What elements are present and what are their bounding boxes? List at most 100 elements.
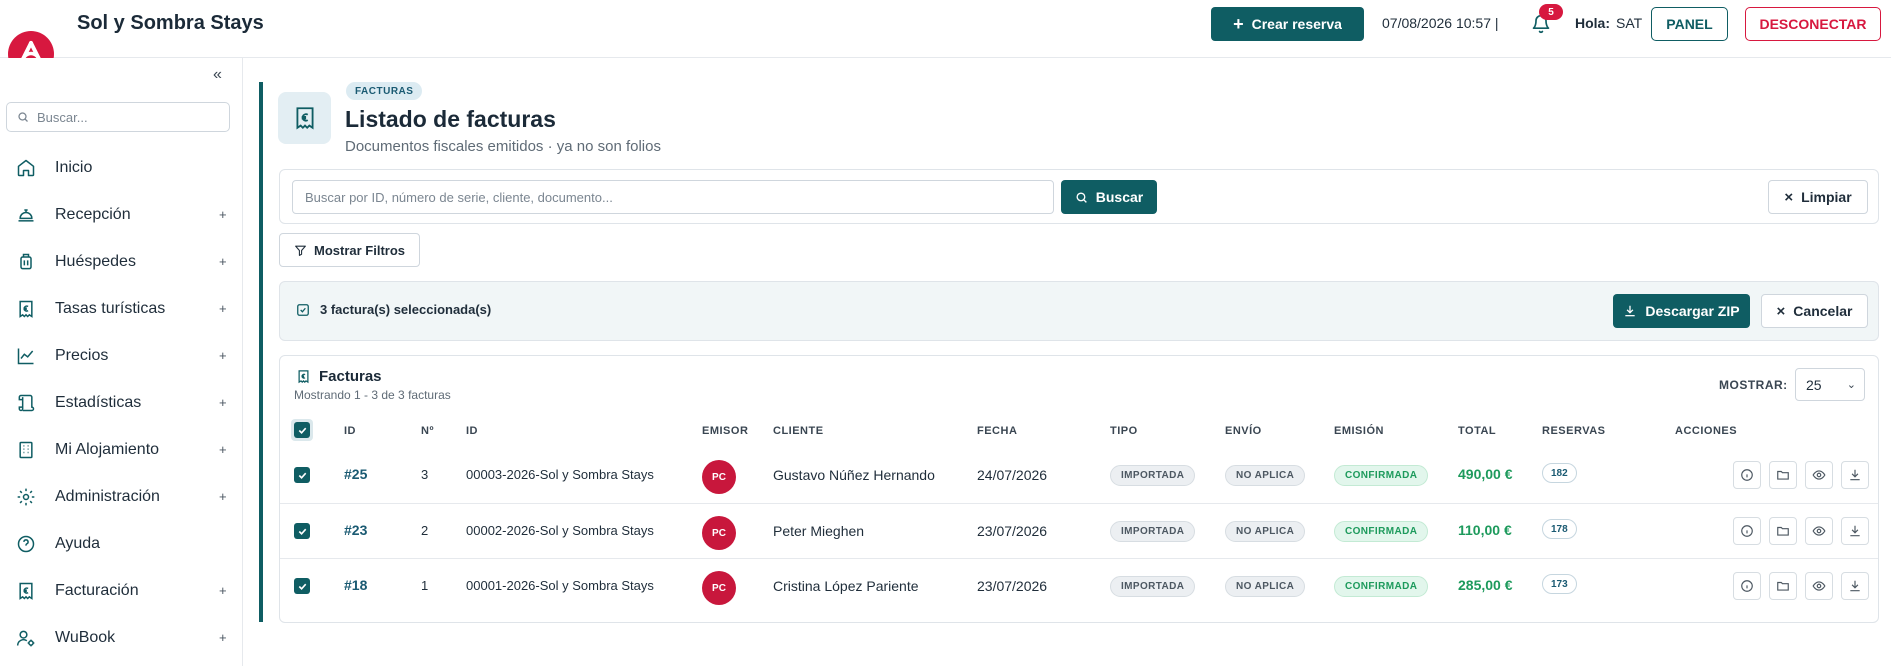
emisor-avatar: PC — [702, 516, 736, 550]
column-header-emision[interactable]: EMISIÓN — [1334, 425, 1384, 437]
download-icon — [1625, 305, 1636, 317]
sidebar-item-estadisticas[interactable]: Estadísticas + — [0, 379, 243, 426]
folder-icon — [1777, 526, 1789, 536]
greeting-label: Hola: — [1575, 15, 1610, 31]
accent-bar — [259, 82, 263, 622]
column-header-cliente[interactable]: CLIENTE — [773, 425, 824, 437]
download-zip-label: Descargar ZIP — [1645, 303, 1740, 319]
view-button[interactable] — [1805, 572, 1833, 600]
row-checkbox[interactable] — [294, 523, 310, 539]
folder-button[interactable] — [1769, 572, 1797, 600]
download-zip-button[interactable]: Descargar ZIP — [1613, 294, 1750, 328]
invoice-id-link[interactable]: #18 — [344, 577, 367, 593]
show-filters-button[interactable]: Mostrar Filtros — [279, 233, 420, 267]
search-icon — [1076, 191, 1087, 203]
download-button[interactable] — [1841, 517, 1869, 545]
row-checkbox[interactable] — [294, 467, 310, 483]
invoices-table-card: Facturas Mostrando 1 - 3 de 3 facturas M… — [279, 355, 1879, 623]
clear-button-label: Limpiar — [1801, 189, 1852, 205]
selection-info: 3 factura(s) seleccionada(s) — [296, 302, 491, 317]
expand-plus-icon: + — [219, 348, 227, 363]
table-row[interactable]: #18 1 00001-2026-Sol y Sombra Stays PC C… — [280, 558, 1878, 613]
invoice-serie: 00002-2026-Sol y Sombra Stays — [466, 523, 654, 538]
column-header-total[interactable]: TOTAL — [1458, 425, 1496, 437]
create-reservation-button[interactable]: + Crear reserva — [1211, 7, 1364, 41]
column-header-num[interactable]: Nº — [421, 425, 434, 437]
info-icon — [1741, 525, 1753, 537]
client-name: Gustavo Núñez Hernando — [773, 467, 935, 483]
select-all-checkbox[interactable] — [291, 419, 313, 441]
sidebar-item-ayuda[interactable]: Ayuda — [0, 520, 243, 567]
invoice-total: 285,00 € — [1458, 577, 1513, 593]
logout-button[interactable]: DESCONECTAR — [1745, 7, 1881, 41]
download-button[interactable] — [1841, 461, 1869, 489]
expand-plus-icon: + — [219, 207, 227, 222]
help-icon — [15, 533, 37, 555]
expand-plus-icon: + — [219, 583, 227, 598]
line-chart-icon — [15, 345, 37, 367]
table-row[interactable]: #23 2 00002-2026-Sol y Sombra Stays PC P… — [280, 503, 1878, 558]
column-header-envio[interactable]: ENVÍO — [1225, 425, 1262, 437]
sidebar-search-input[interactable]: Buscar... — [6, 102, 230, 132]
download-button[interactable] — [1841, 572, 1869, 600]
euro-receipt-icon — [15, 298, 37, 320]
selection-bar: 3 factura(s) seleccionada(s) Descargar Z… — [279, 281, 1879, 341]
column-header-fecha[interactable]: FECHA — [977, 425, 1017, 437]
download-icon — [1850, 469, 1860, 481]
table-row[interactable]: #25 3 00003-2026-Sol y Sombra Stays PC G… — [280, 448, 1878, 503]
page-subtitle: Documentos fiscales emitidos · ya no son… — [345, 138, 661, 155]
column-header-tipo[interactable]: TIPO — [1110, 425, 1138, 437]
sidebar-item-recepcion[interactable]: Recepción + — [0, 191, 243, 238]
collapse-sidebar-icon[interactable]: « — [213, 66, 222, 84]
invoice-id-link[interactable]: #23 — [344, 522, 367, 538]
invoice-date: 24/07/2026 — [977, 467, 1048, 483]
info-button[interactable] — [1733, 461, 1761, 489]
sidebar-item-facturacion[interactable]: Facturación + — [0, 567, 243, 614]
emisor-avatar: PC — [702, 460, 736, 494]
reservation-badge[interactable]: 173 — [1542, 574, 1577, 594]
column-header-serie-id[interactable]: ID — [466, 425, 478, 437]
sidebar-item-huespedes[interactable]: Huéspedes + — [0, 238, 243, 285]
row-checkbox[interactable] — [294, 578, 310, 594]
folder-button[interactable] — [1769, 517, 1797, 545]
sidebar-item-administracion[interactable]: Administración + — [0, 473, 243, 520]
sidebar-item-inicio[interactable]: Inicio — [0, 144, 243, 191]
sidebar-item-precios[interactable]: Precios + — [0, 332, 243, 379]
sidebar-item-label: Precios — [55, 346, 109, 364]
close-icon: × — [1776, 302, 1786, 320]
column-header-emisor[interactable]: EMISOR — [702, 425, 748, 437]
view-button[interactable] — [1805, 461, 1833, 489]
sidebar-item-label: Administración — [55, 487, 160, 505]
invoice-id-link[interactable]: #25 — [344, 466, 367, 482]
sidebar-item-label: Mi Alojamiento — [55, 440, 160, 458]
search-button[interactable]: Buscar — [1061, 180, 1157, 214]
checkbox-checked-icon — [297, 303, 309, 316]
invoice-serie: 00003-2026-Sol y Sombra Stays — [466, 467, 654, 482]
euro-receipt-icon — [15, 580, 37, 602]
type-badge: IMPORTADA — [1110, 465, 1196, 486]
sidebar-item-tasas-turisticas[interactable]: Tasas turísticas + — [0, 285, 243, 332]
cancel-selection-button[interactable]: × Cancelar — [1761, 294, 1868, 328]
greeting: Hola: SAT — [1575, 15, 1642, 31]
view-button[interactable] — [1805, 517, 1833, 545]
page-size-select[interactable]: 25 ⌄ — [1795, 368, 1865, 401]
table-header: ID Nº ID EMISOR CLIENTE FECHA TIPO ENVÍO… — [280, 413, 1878, 447]
info-button[interactable] — [1733, 517, 1761, 545]
info-button[interactable] — [1733, 572, 1761, 600]
sidebar: « Buscar... Inicio Recepción + Huéspedes… — [0, 58, 243, 666]
invoice-search-input[interactable]: Buscar por ID, número de serie, cliente,… — [292, 180, 1054, 214]
sidebar-item-wubook[interactable]: WuBook + — [0, 614, 243, 661]
type-badge: IMPORTADA — [1110, 521, 1196, 542]
panel-button[interactable]: PANEL — [1651, 7, 1728, 41]
download-icon — [1850, 525, 1860, 537]
reservation-badge[interactable]: 178 — [1542, 519, 1577, 539]
checkbox-checked-icon — [294, 422, 310, 438]
column-header-reservas[interactable]: RESERVAS — [1542, 425, 1606, 437]
building-icon — [15, 439, 37, 461]
expand-plus-icon: + — [219, 254, 227, 269]
reservation-badge[interactable]: 182 — [1542, 463, 1577, 483]
clear-button[interactable]: × Limpiar — [1768, 180, 1868, 214]
sidebar-item-mi-alojamiento[interactable]: Mi Alojamiento + — [0, 426, 243, 473]
folder-button[interactable] — [1769, 461, 1797, 489]
column-header-id[interactable]: ID — [344, 425, 356, 437]
